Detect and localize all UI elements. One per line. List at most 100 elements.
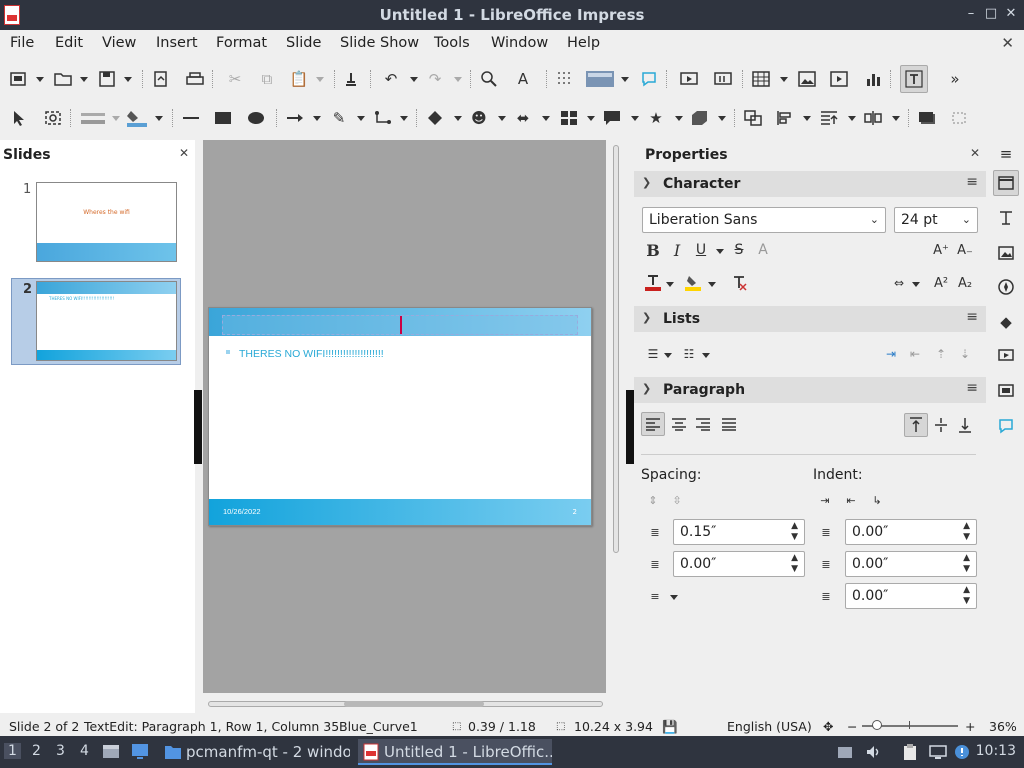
workspace-3[interactable]: 3	[56, 743, 65, 759]
slides-pane-collapse-handle[interactable]	[194, 390, 202, 464]
fit-slide-icon[interactable]: ✥	[823, 719, 833, 734]
align-dropdown-arrow[interactable]	[803, 116, 811, 121]
distribute-icon[interactable]	[864, 109, 882, 127]
workspace-1[interactable]: 1	[4, 743, 21, 759]
select-arrow-icon[interactable]	[10, 109, 28, 127]
close-document-button[interactable]: ✕	[1001, 34, 1014, 52]
clone-formatting-icon[interactable]	[342, 70, 360, 88]
character-spacing-icon[interactable]: ⇔	[890, 274, 908, 292]
spacing-below-spinbox[interactable]: 0.00″ ▲ ▼	[673, 551, 805, 577]
shapes-tab-icon[interactable]: ◆	[993, 309, 1019, 335]
new-dropdown-arrow[interactable]	[36, 77, 44, 82]
save-dropdown-arrow[interactable]	[124, 77, 132, 82]
justify-icon[interactable]	[720, 415, 738, 433]
hamburger-menu-icon[interactable]: ≡	[966, 174, 978, 190]
spin-down-icon[interactable]: ▼	[963, 532, 970, 542]
hamburger-menu-icon[interactable]: ≡	[966, 380, 978, 396]
save-icon[interactable]	[98, 70, 116, 88]
fill-color-icon[interactable]	[126, 109, 148, 127]
properties-tab-icon[interactable]	[993, 170, 1019, 196]
shadow-text-icon[interactable]: A	[754, 241, 772, 259]
increase-indent-icon[interactable]: ⇥	[882, 345, 900, 363]
menu-help[interactable]: Help	[567, 35, 600, 51]
promote-icon[interactable]: ⇡	[932, 345, 950, 363]
open-folder-icon[interactable]	[54, 70, 72, 88]
increase-font-icon[interactable]: A⁺	[932, 241, 950, 259]
decrease-font-icon[interactable]: A₋	[956, 241, 974, 259]
strikethrough-icon[interactable]: S	[730, 241, 748, 259]
chart-icon[interactable]	[864, 70, 882, 88]
rectangle-icon[interactable]	[214, 109, 232, 127]
desktop-launcher-icon[interactable]	[131, 742, 149, 760]
comment-icon[interactable]	[640, 70, 658, 88]
minimize-button[interactable]: –	[962, 5, 980, 23]
italic-icon[interactable]: I	[668, 241, 686, 260]
undo-icon[interactable]: ↶	[382, 70, 400, 88]
paste-icon[interactable]: 📋	[290, 70, 309, 88]
clear-formatting-icon[interactable]	[730, 274, 748, 292]
spin-down-icon[interactable]: ▼	[791, 532, 798, 542]
align-right-icon[interactable]	[694, 415, 712, 433]
align-top-icon[interactable]	[907, 416, 925, 434]
find-replace-icon[interactable]	[480, 70, 498, 88]
cut-icon[interactable]: ✂	[226, 70, 244, 88]
copy-icon[interactable]: ⧉	[258, 70, 276, 88]
align-objects-icon[interactable]	[776, 109, 794, 127]
basic-shapes-dropdown-arrow[interactable]	[454, 116, 462, 121]
align-left-icon[interactable]	[644, 415, 662, 433]
underline-dropdown-arrow[interactable]	[716, 249, 724, 254]
block-arrows-icon[interactable]: ⬌	[514, 109, 532, 127]
line-arrow-icon[interactable]	[286, 109, 304, 127]
bold-icon[interactable]: B	[644, 241, 662, 260]
horizontal-scroll-thumb[interactable]	[208, 701, 603, 707]
callouts-dropdown-arrow[interactable]	[631, 116, 639, 121]
current-slide[interactable]: THERES NO WIFI!!!!!!!!!!!!!!!!!!!! 10/26…	[208, 307, 592, 526]
vertical-scrollbar[interactable]	[610, 140, 622, 693]
text-box-icon[interactable]	[900, 65, 928, 93]
spin-up-icon[interactable]: ▲	[963, 585, 970, 595]
menu-view[interactable]: View	[102, 35, 136, 51]
symbol-shapes-dropdown-arrow[interactable]	[498, 116, 506, 121]
close-slides-pane-button[interactable]: ✕	[179, 146, 189, 160]
horizontal-scrollbar[interactable]	[203, 697, 606, 711]
sidebar-menu-icon[interactable]: ≡	[993, 141, 1019, 167]
comments-tab-icon[interactable]	[993, 413, 1019, 439]
decrease-indent-para-icon[interactable]: ⇤	[842, 491, 860, 509]
arrange-dropdown-arrow[interactable]	[848, 116, 856, 121]
character-section-header[interactable]: ❯ Character ≡	[634, 171, 986, 197]
network-tray-icon[interactable]	[836, 743, 854, 761]
first-line-indent-spinbox[interactable]: 0.00″ ▲ ▼	[845, 583, 977, 609]
redo-icon[interactable]: ↷	[426, 70, 444, 88]
paragraph-section-header[interactable]: ❯ Paragraph ≡	[634, 377, 986, 403]
font-size-combobox[interactable]: 24 pt ⌄	[894, 207, 978, 233]
spelling-icon[interactable]: A	[514, 70, 532, 88]
menu-tools[interactable]: Tools	[434, 35, 470, 51]
slide-bullet-text[interactable]: THERES NO WIFI!!!!!!!!!!!!!!!!!!!!	[239, 348, 384, 360]
slide-transition-tab-icon[interactable]	[993, 205, 1019, 231]
spin-up-icon[interactable]: ▲	[963, 553, 970, 563]
demote-icon[interactable]: ⇣	[956, 345, 974, 363]
3d-objects-dropdown-arrow[interactable]	[718, 116, 726, 121]
stars-dropdown-arrow[interactable]	[675, 116, 683, 121]
export-pdf-icon[interactable]	[152, 70, 170, 88]
document-modified-icon[interactable]: 💾	[662, 719, 678, 735]
redo-dropdown-arrow[interactable]	[454, 77, 462, 82]
line-icon[interactable]	[182, 109, 200, 127]
table-icon[interactable]	[752, 70, 770, 88]
animation-tab-icon[interactable]	[993, 343, 1019, 369]
hamburger-menu-icon[interactable]: ≡	[966, 309, 978, 325]
align-center-icon[interactable]	[670, 415, 688, 433]
navigator-tab-icon[interactable]	[993, 274, 1019, 300]
basic-shapes-icon[interactable]	[426, 109, 444, 127]
zoom-slider-handle[interactable]	[872, 720, 882, 730]
menu-insert[interactable]: Insert	[156, 35, 198, 51]
open-dropdown-arrow[interactable]	[80, 77, 88, 82]
curves-dropdown-arrow[interactable]	[357, 116, 365, 121]
taskbar-task-impress[interactable]: Untitled 1 - LibreOffic...	[358, 739, 552, 765]
zoom-pan-icon[interactable]	[44, 109, 62, 127]
font-color-icon[interactable]	[644, 274, 662, 292]
master-slides-tab-icon[interactable]	[993, 378, 1019, 404]
indent-after-spinbox[interactable]: 0.00″ ▲ ▼	[845, 551, 977, 577]
updates-tray-icon[interactable]	[953, 743, 971, 761]
taskbar-task-pcmanfm[interactable]: pcmanfm-qt - 2 windo...	[160, 739, 350, 765]
